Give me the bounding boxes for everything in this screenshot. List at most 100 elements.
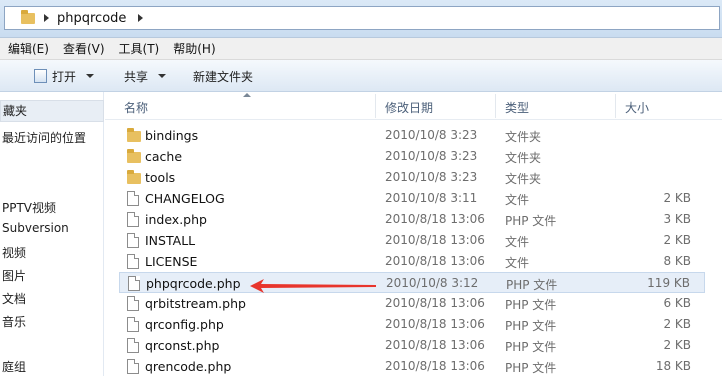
column-header: 名称 修改日期 类型 大小 [105, 92, 722, 120]
php-file-icon [127, 296, 139, 311]
address-box[interactable]: phpqrcode [4, 6, 720, 30]
share-button[interactable]: 共享 [124, 67, 167, 85]
file-icon [127, 254, 139, 269]
nav-item-pptv[interactable]: PPTV视频 [2, 199, 56, 216]
chevron-down-icon [86, 74, 95, 78]
nav-item-subversion[interactable]: Subversion [2, 221, 69, 235]
menu-edit[interactable]: 编辑(E) [8, 40, 49, 57]
file-date: 2010/10/8 3:12 [386, 276, 479, 290]
nav-item-pictures[interactable]: 图片 [2, 267, 26, 284]
nav-item-recent-places[interactable]: 最近访问的位置 [2, 129, 86, 146]
file-size: 119 KB [647, 276, 690, 290]
file-name: cache [145, 149, 183, 164]
file-row-selected[interactable]: phpqrcode.php 2010/10/8 3:12 PHP 文件 119 … [119, 272, 705, 293]
file-date: 2010/8/18 13:06 [385, 338, 485, 352]
file-type: 文件夹 [505, 151, 542, 165]
file-row[interactable]: qrencode.php 2010/8/18 13:06 PHP 文件 18 K… [119, 356, 705, 376]
file-type: PHP 文件 [505, 361, 557, 375]
nav-item-documents[interactable]: 文档 [2, 290, 26, 307]
chevron-down-icon [158, 74, 167, 78]
file-row[interactable]: LICENSE 2010/8/18 13:06 文件 8 KB [119, 251, 705, 272]
nav-favorites[interactable]: 藏夹 [0, 100, 104, 122]
chevron-right-icon[interactable] [44, 14, 49, 22]
column-divider[interactable] [495, 94, 496, 118]
column-divider[interactable] [375, 94, 376, 118]
file-row[interactable]: tools 2010/10/8 3:23 文件夹 [119, 167, 705, 188]
file-name: index.php [145, 212, 207, 227]
file-icon [127, 191, 139, 206]
folder-icon [127, 128, 141, 142]
file-name: CHANGELOG [145, 191, 225, 206]
column-name[interactable]: 名称 [124, 99, 148, 116]
file-type: PHP 文件 [505, 340, 557, 354]
sort-ascending-icon [243, 93, 251, 97]
file-date: 2010/8/18 13:06 [385, 317, 485, 331]
column-date[interactable]: 修改日期 [385, 99, 433, 116]
file-row[interactable]: CHANGELOG 2010/10/8 3:11 文件 2 KB [119, 188, 705, 209]
file-size: 18 KB [655, 359, 691, 373]
file-type: PHP 文件 [505, 214, 557, 228]
nav-item-homegroup[interactable]: 庭组 [2, 358, 26, 375]
file-type: 文件 [505, 193, 530, 207]
file-type: 文件夹 [505, 172, 542, 186]
file-name: tools [145, 170, 176, 185]
php-file-icon [128, 276, 140, 291]
file-type: PHP 文件 [506, 278, 558, 292]
open-icon [34, 69, 47, 83]
file-row[interactable]: cache 2010/10/8 3:23 文件夹 [119, 146, 705, 167]
file-name: phpqrcode.php [146, 276, 241, 291]
file-size: 2 KB [663, 338, 691, 352]
nav-item-music[interactable]: 音乐 [2, 313, 26, 330]
address-bar: phpqrcode [0, 0, 722, 38]
file-date: 2010/10/8 3:23 [385, 149, 478, 163]
file-name: qrconst.php [145, 338, 220, 353]
file-date: 2010/10/8 3:23 [385, 128, 478, 142]
file-row[interactable]: qrconfig.php 2010/8/18 13:06 PHP 文件 2 KB [119, 314, 705, 335]
menu-help[interactable]: 帮助(H) [173, 40, 215, 57]
file-size: 2 KB [663, 191, 691, 205]
file-name: qrencode.php [145, 359, 232, 374]
file-name: qrbitstream.php [145, 296, 246, 311]
share-label: 共享 [124, 69, 149, 84]
file-size: 6 KB [663, 296, 691, 310]
menu-view[interactable]: 查看(V) [63, 40, 105, 57]
php-file-icon [127, 317, 139, 332]
file-row[interactable]: qrconst.php 2010/8/18 13:06 PHP 文件 2 KB [119, 335, 705, 356]
file-icon [127, 233, 139, 248]
file-row[interactable]: bindings 2010/10/8 3:23 文件夹 [119, 125, 705, 146]
php-file-icon [127, 359, 139, 374]
file-name: INSTALL [145, 233, 196, 248]
menu-tools[interactable]: 工具(T) [119, 40, 160, 57]
file-row[interactable]: INSTALL 2010/8/18 13:06 文件 2 KB [119, 230, 705, 251]
open-label: 打开 [52, 69, 77, 84]
file-type: PHP 文件 [505, 298, 557, 312]
folder-icon [127, 149, 141, 163]
nav-item-videos[interactable]: 视频 [2, 244, 26, 261]
navigation-pane: 藏夹 最近访问的位置 PPTV视频 Subversion 视频 图片 文档 音乐… [0, 92, 104, 376]
folder-icon [21, 9, 35, 24]
folder-icon [127, 170, 141, 184]
open-button[interactable]: 打开 [34, 67, 95, 85]
column-size[interactable]: 大小 [625, 99, 649, 116]
file-type: 文件夹 [505, 130, 542, 144]
new-folder-label: 新建文件夹 [193, 69, 254, 84]
file-row[interactable]: qrbitstream.php 2010/8/18 13:06 PHP 文件 6… [119, 293, 705, 314]
new-folder-button[interactable]: 新建文件夹 [193, 67, 253, 85]
file-date: 2010/8/18 13:06 [385, 233, 485, 247]
file-size: 8 KB [663, 254, 691, 268]
file-date: 2010/8/18 13:06 [385, 212, 485, 226]
file-date: 2010/10/8 3:11 [385, 191, 478, 205]
column-type[interactable]: 类型 [505, 99, 529, 116]
file-type: 文件 [505, 235, 530, 249]
php-file-icon [127, 338, 139, 353]
file-date: 2010/10/8 3:23 [385, 170, 478, 184]
column-divider[interactable] [615, 94, 616, 118]
chevron-right-icon[interactable] [138, 14, 144, 22]
file-date: 2010/8/18 13:06 [385, 254, 485, 268]
file-row[interactable]: index.php 2010/8/18 13:06 PHP 文件 3 KB [119, 209, 705, 230]
breadcrumb-phpqrcode[interactable]: phpqrcode [57, 11, 126, 26]
file-date: 2010/8/18 13:06 [385, 359, 485, 373]
file-list: bindings 2010/10/8 3:23 文件夹 cache 2010/1… [105, 125, 722, 376]
file-name: bindings [145, 128, 199, 143]
file-name: qrconfig.php [145, 317, 224, 332]
